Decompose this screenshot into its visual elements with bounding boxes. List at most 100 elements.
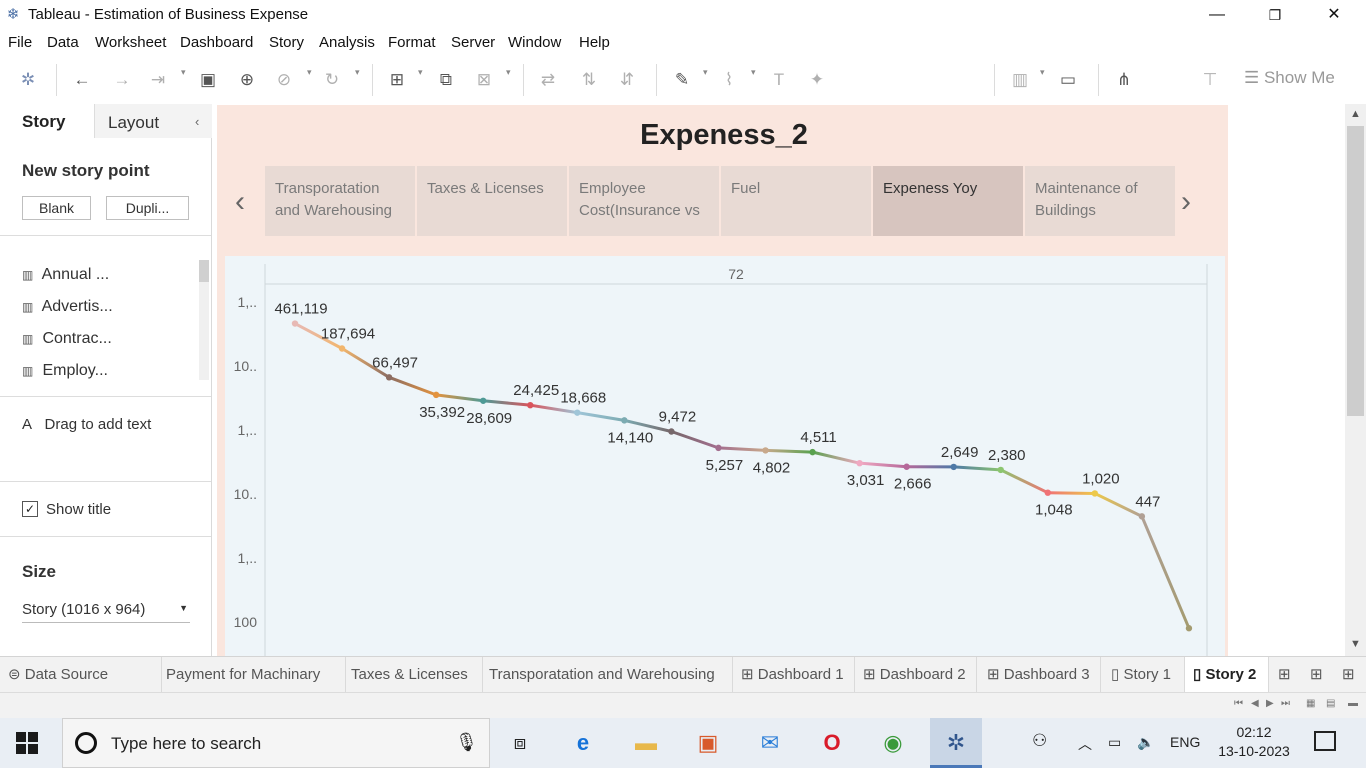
clear-sheet-icon[interactable]: ⊠	[472, 68, 496, 92]
previous-story-point-icon[interactable]: ‹	[235, 185, 245, 219]
blank-button[interactable]: Blank	[22, 196, 91, 220]
story-point-0[interactable]: Transporatation and Warehousing	[265, 166, 415, 236]
save-icon[interactable]: ▣	[196, 68, 220, 92]
new-dashboard-tab-icon[interactable]: ⊞	[1310, 665, 1323, 683]
sort-descending-icon[interactable]: ⇵	[615, 68, 639, 92]
sheet-list-item[interactable]: ▥ Annual ...	[22, 266, 109, 284]
redo-icon[interactable]: →	[110, 68, 134, 92]
undo-icon[interactable]: ←	[70, 68, 94, 92]
chevron-down-icon[interactable]: ▾	[1040, 67, 1045, 78]
show-cards-icon[interactable]: ▥	[1008, 68, 1032, 92]
duplicate-sheet-icon[interactable]: ⧉	[434, 68, 458, 92]
menu-story[interactable]: Story	[269, 34, 304, 51]
previous-sheet-icon[interactable]: ◀	[1251, 698, 1259, 709]
mail-icon[interactable]: ✉	[755, 728, 785, 758]
menu-data[interactable]: Data	[47, 34, 79, 51]
show-filmstrip-icon[interactable]: ▦	[1306, 698, 1315, 709]
chevron-down-icon[interactable]: ▾	[307, 67, 312, 78]
tab-story[interactable]: Story	[0, 104, 94, 138]
menu-window[interactable]: Window	[508, 34, 561, 51]
opera-icon[interactable]: O	[817, 728, 847, 758]
sheet-list-item[interactable]: ▥ Employ...	[22, 362, 108, 380]
story-point-3[interactable]: Fuel	[721, 166, 871, 236]
chevron-down-icon[interactable]: ▾	[506, 67, 511, 78]
taskbar-search-box[interactable]: Type here to search 🎙	[62, 718, 490, 768]
tableau-start-icon[interactable]: ✲	[16, 68, 40, 92]
presentation-mode-icon[interactable]: ▭	[1056, 68, 1080, 92]
menu-worksheet[interactable]: Worksheet	[95, 34, 166, 51]
sheet-list-item[interactable]: ▥ Contrac...	[22, 330, 112, 348]
notification-icon[interactable]	[1314, 731, 1336, 751]
tab-dashboard-3[interactable]: ⊞ Dashboard 3	[977, 657, 1101, 693]
battery-icon[interactable]: ▭	[1108, 734, 1121, 751]
refresh-icon[interactable]: ↻	[320, 68, 344, 92]
chevron-down-icon[interactable]: ▾	[355, 67, 360, 78]
story-point-1[interactable]: Taxes & Licenses	[417, 166, 567, 236]
swap-icon[interactable]: ⇄	[536, 68, 560, 92]
tab-payment-for-machinary[interactable]: Payment for Machinary	[162, 657, 346, 693]
story-point-5[interactable]: Maintenance of Buildings	[1025, 166, 1175, 236]
pause-updates-icon[interactable]: ⊘	[272, 68, 296, 92]
show-title-checkbox[interactable]: ✓	[22, 501, 38, 517]
story-size-select[interactable]: Story (1016 x 964) ▼	[22, 601, 190, 623]
format-painter-icon[interactable]: ⊤	[1198, 68, 1222, 92]
scrollbar-thumb[interactable]	[1347, 126, 1364, 416]
menu-help[interactable]: Help	[579, 34, 610, 51]
tab-dashboard-1[interactable]: ⊞ Dashboard 1	[733, 657, 855, 693]
sheet-list-scrollbar[interactable]	[199, 260, 209, 380]
show-sheet-sorter-icon[interactable]: ▤	[1326, 698, 1335, 709]
taskbar-clock[interactable]: 02:12 13-10-2023	[1212, 723, 1296, 761]
windows-start-icon[interactable]	[16, 732, 38, 754]
tableau-taskbar-icon[interactable]: ✲	[930, 718, 982, 768]
show-me-button[interactable]: ☰ Show Me	[1244, 68, 1335, 88]
show-tabs-icon[interactable]: ▬	[1348, 698, 1358, 709]
new-story-tab-icon[interactable]: ⊞	[1342, 665, 1355, 683]
chevron-down-icon[interactable]: ▾	[703, 67, 708, 78]
menu-file[interactable]: File	[8, 34, 32, 51]
chevron-down-icon[interactable]: ▾	[181, 67, 186, 78]
people-icon[interactable]: ⚇	[1032, 731, 1047, 751]
sheet-list-item[interactable]: ▥ Advertis...	[22, 298, 113, 316]
store-icon[interactable]: ▣	[693, 728, 723, 758]
menu-format[interactable]: Format	[388, 34, 436, 51]
last-sheet-icon[interactable]: ⏭	[1281, 698, 1290, 709]
tab-taxes-licenses[interactable]: Taxes & Licenses	[346, 657, 483, 693]
language-indicator[interactable]: ENG	[1170, 734, 1200, 750]
tab-dashboard-2[interactable]: ⊞ Dashboard 2	[855, 657, 977, 693]
scroll-up-icon[interactable]: ▲	[1350, 108, 1361, 120]
tab-story-1[interactable]: ▯ Story 1	[1101, 657, 1185, 693]
drag-to-add-text[interactable]: A Drag to add text	[22, 416, 151, 433]
volume-icon[interactable]: 🔈	[1137, 734, 1154, 751]
share-icon[interactable]: ⋔	[1112, 68, 1136, 92]
collapse-pane-icon[interactable]: ‹	[195, 114, 199, 129]
chevron-up-icon[interactable]: ︿	[1078, 734, 1092, 754]
highlight-icon[interactable]: ✎	[670, 68, 694, 92]
edge-icon[interactable]: e	[568, 728, 598, 758]
minimize-button[interactable]: —	[1194, 0, 1240, 30]
menu-server[interactable]: Server	[451, 34, 495, 51]
story-point-2[interactable]: Employee Cost(Insurance vs	[569, 166, 719, 236]
close-button[interactable]: ✕	[1311, 0, 1357, 30]
pin-icon[interactable]: ✦	[805, 68, 829, 92]
story-point-4[interactable]: Expeness Yoy	[873, 166, 1023, 236]
new-worksheet-icon[interactable]: ⊞	[385, 68, 409, 92]
task-view-icon[interactable]: ⧈	[505, 728, 535, 758]
group-icon[interactable]: ⌇	[717, 68, 741, 92]
next-sheet-icon[interactable]: ▶	[1266, 698, 1274, 709]
menu-dashboard[interactable]: Dashboard	[180, 34, 253, 51]
chrome-icon[interactable]: ◉	[878, 728, 908, 758]
chevron-down-icon[interactable]: ▾	[418, 67, 423, 78]
file-explorer-icon[interactable]: ▬	[631, 728, 661, 758]
tab-story-2[interactable]: ▯ Story 2	[1185, 657, 1269, 693]
next-story-point-icon[interactable]: ›	[1181, 185, 1191, 219]
sort-ascending-icon[interactable]: ⇅	[577, 68, 601, 92]
maximize-button[interactable]: ❐	[1252, 0, 1298, 30]
microphone-icon[interactable]: 🎙	[455, 732, 478, 753]
vertical-scrollbar[interactable]: ▲ ▼	[1345, 104, 1366, 656]
menu-analysis[interactable]: Analysis	[319, 34, 375, 51]
replay-icon[interactable]: ⇥	[146, 68, 170, 92]
scroll-down-icon[interactable]: ▼	[1350, 638, 1361, 650]
duplicate-button[interactable]: Dupli...	[106, 196, 189, 220]
tab-transporatation-warehousing[interactable]: Transporatation and Warehousing	[483, 657, 733, 693]
new-worksheet-tab-icon[interactable]: ⊞	[1278, 665, 1291, 683]
